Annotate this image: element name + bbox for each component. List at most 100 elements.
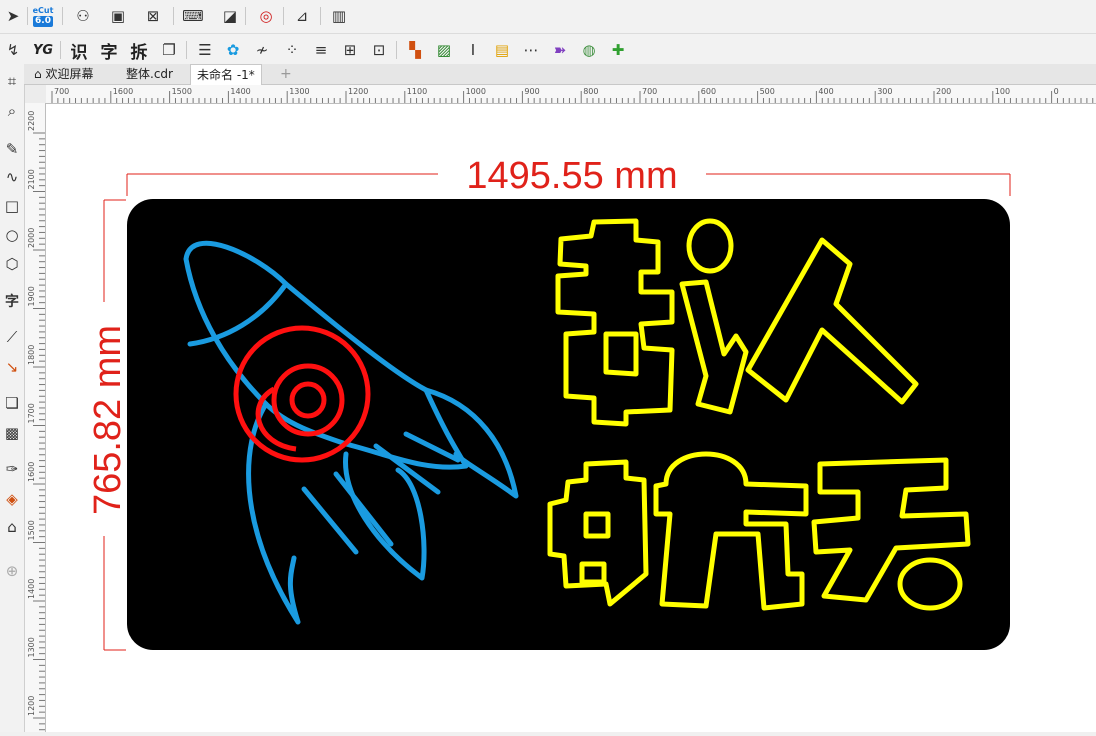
add-tool-icon[interactable]: ⊕	[1, 560, 23, 582]
ecut-logo-version: 6.0	[33, 16, 53, 27]
ruler-label: 1900	[27, 286, 36, 306]
toolbar-separator	[396, 41, 397, 59]
ruler-label: 700	[54, 87, 69, 96]
toolbar-separator	[62, 7, 63, 25]
tab-label: 未命名 -1*	[197, 68, 255, 82]
toolbar-separator	[173, 7, 174, 25]
ruler-measure-icon[interactable]: ⊠	[142, 5, 164, 27]
tab-home[interactable]: ⌂ 欢迎屏幕	[28, 64, 99, 84]
toolbar-separator	[186, 41, 187, 59]
layer-stack-icon[interactable]: ▣	[107, 5, 129, 27]
flower-pattern-icon[interactable]: ✿	[222, 39, 244, 61]
node-edit-icon[interactable]: ↯	[2, 39, 24, 61]
ruler-label: 1300	[289, 87, 309, 96]
ruler-label: 1200	[27, 696, 36, 716]
grid-nodes-icon[interactable]: ⊞	[339, 39, 361, 61]
ruler-label: 600	[701, 87, 716, 96]
ecut-logo-top: eCut	[32, 6, 54, 15]
copy-doc-icon[interactable]: ❐	[158, 39, 180, 61]
ruler-label: 400	[818, 87, 833, 96]
vertical-ruler-ticks: 2200 2100 2000 1900 1800 1700 1600 1500 1400 1300…	[27, 111, 45, 731]
height-dimension-label: 765.82 mm	[87, 325, 129, 515]
document-tab-bar: ⌂ 欢迎屏幕 整体.cdr 未命名 -1* +	[24, 64, 1096, 85]
image-icon[interactable]: ▨	[433, 39, 455, 61]
shapes-tool-icon[interactable]: ⚇	[72, 5, 94, 27]
panel-layout-icon[interactable]: ▥	[328, 5, 350, 27]
ruler-label: 1400	[27, 579, 36, 599]
ruler-label: 1400	[230, 87, 250, 96]
zoom-tool-icon[interactable]: ⌕	[1, 100, 23, 122]
ruler-label: 1300	[27, 637, 36, 657]
ruler-origin[interactable]	[25, 85, 47, 104]
home-icon: ⌂	[34, 67, 42, 81]
ecut-plugin-button[interactable]: eCut 6.0	[32, 5, 54, 27]
eyedropper-tool-icon[interactable]: ✑	[1, 458, 23, 480]
keyboard-icon[interactable]: ⌨	[182, 5, 204, 27]
ruler-label: 500	[760, 87, 775, 96]
toolbar-separator	[320, 7, 321, 25]
dashed-lines-icon[interactable]: ≡	[310, 39, 332, 61]
tab-document-zhengti[interactable]: 整体.cdr	[120, 64, 179, 84]
vertical-ruler[interactable]: 2200 2100 2000 1900 1800 1700 1600 1500 1400 1300…	[25, 103, 46, 732]
pick-tool-icon[interactable]: ➤	[2, 5, 24, 27]
recognize-button[interactable]: 识	[68, 39, 90, 63]
width-dimension-label: 1495.55 mm	[466, 155, 677, 197]
line-tool-icon[interactable]: ⟋	[1, 326, 23, 348]
new-tab-icon[interactable]: +	[274, 64, 298, 84]
lifebuoy-icon[interactable]: ◎	[255, 5, 277, 27]
ruler-label: 1000	[466, 87, 486, 96]
wave-path-icon[interactable]: ≁	[251, 39, 273, 61]
property-toolbar: ↯ YG 识 字 拆 ❐ ☰ ✿ ≁ ⁘ ≡ ⊞ ⊡ ▚ ▨ Ⅰ ▤ ⋯ ➽ ◍…	[0, 34, 1096, 65]
distribute-dots-icon[interactable]: ⁘	[281, 39, 303, 61]
freehand-tool-icon[interactable]: ✎	[1, 138, 23, 160]
tab-label: 欢迎屏幕	[45, 67, 94, 81]
outline-tool-icon[interactable]: ⌂	[1, 516, 23, 538]
split-button[interactable]: 拆	[128, 39, 150, 63]
arrow-flow-icon[interactable]: ➽	[549, 39, 571, 61]
fill-tool-icon[interactable]: ◈	[1, 488, 23, 510]
ruler-label: 1500	[27, 520, 36, 540]
align-text-icon[interactable]: Ⅰ	[462, 39, 484, 61]
horizontal-ruler[interactable]: 700 1600 1500 1400 1300 1200 1100 1000 900 800 700…	[46, 85, 1096, 104]
ruler-label: 700	[642, 87, 657, 96]
curve-tool-icon[interactable]: ∿	[1, 166, 23, 188]
dots-row-icon[interactable]: ⋯	[520, 39, 542, 61]
polygon-tool-icon[interactable]: ⬡	[1, 253, 23, 275]
crop-tool-icon[interactable]: ⌗	[1, 70, 23, 92]
ruler-label: 1600	[27, 462, 36, 482]
ellipse-tool-icon[interactable]: ○	[1, 224, 23, 246]
artwork: 1495.55 mm 765.82 mm	[87, 155, 1011, 651]
transparency-tool-icon[interactable]: ▩	[1, 422, 23, 444]
shadow-tool-icon[interactable]: ❏	[1, 392, 23, 414]
character-button[interactable]: 字	[98, 39, 120, 63]
ruler-label: 1200	[348, 87, 368, 96]
yg-button[interactable]: YG	[32, 39, 54, 61]
ruler-label: 200	[936, 87, 951, 96]
puzzle-icon[interactable]: ✚	[607, 39, 629, 61]
drawing-canvas[interactable]: 1495.55 mm 765.82 mm	[46, 104, 1096, 732]
ruler-label: 1600	[113, 87, 133, 96]
rectangle-tool-icon[interactable]: □	[1, 195, 23, 217]
text-tool[interactable]: 字	[1, 290, 23, 312]
crop-icon[interactable]: ⊿	[291, 5, 313, 27]
ruler-label: 800	[583, 87, 598, 96]
list-icon[interactable]: ☰	[194, 39, 216, 61]
connector-tool-icon[interactable]: ↘	[1, 356, 23, 378]
ruler-label: 1100	[407, 87, 427, 96]
ruler-label: 2000	[27, 228, 36, 248]
bars-icon[interactable]: ▤	[491, 39, 513, 61]
horizontal-ruler-ticks: 700 1600 1500 1400 1300 1200 1100 1000 900 800 700…	[51, 87, 1094, 103]
standard-toolbar: ➤ eCut 6.0 ⚇ ▣ ⊠ ⌨ ◪ ◎ ⊿ ▥	[0, 0, 1096, 34]
color-blocks-icon[interactable]: ▚	[404, 39, 426, 61]
ruler-label: 1700	[27, 403, 36, 423]
toolbar-separator	[283, 7, 284, 25]
ruler-label: 1500	[172, 87, 192, 96]
ruler-label: 100	[995, 87, 1010, 96]
tab-document-untitled[interactable]: 未命名 -1*	[190, 64, 262, 85]
disc-icon[interactable]: ◍	[578, 39, 600, 61]
target-select-icon[interactable]: ⊡	[368, 39, 390, 61]
ruler-label: 1800	[27, 345, 36, 365]
ruler-label: 900	[524, 87, 539, 96]
arrange-icon[interactable]: ◪	[219, 5, 241, 27]
ruler-label: 300	[877, 87, 892, 96]
